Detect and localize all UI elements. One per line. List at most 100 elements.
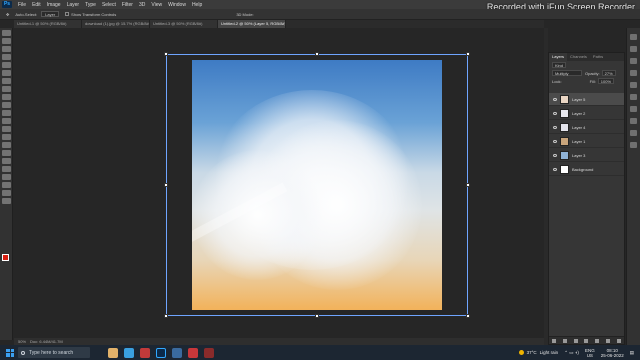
healing-brush-tool-icon[interactable] xyxy=(1,86,11,92)
transform-handle[interactable] xyxy=(164,314,168,318)
layer-mask-icon[interactable] xyxy=(573,338,578,343)
move-tool-icon[interactable] xyxy=(1,30,11,36)
properties-panel-icon[interactable] xyxy=(630,46,637,52)
rectangle-tool-icon[interactable] xyxy=(1,174,11,180)
new-group-icon[interactable] xyxy=(595,338,600,343)
visibility-eye-icon[interactable] xyxy=(553,167,557,171)
zoom-tool-icon[interactable] xyxy=(1,190,11,196)
transform-bounding-box[interactable] xyxy=(164,52,470,318)
eyedropper-tool-icon[interactable] xyxy=(1,78,11,84)
menu-image[interactable]: Image xyxy=(44,2,64,8)
tray-icons[interactable]: ⌃ ▭ ◖) xyxy=(564,350,579,356)
type-tool-icon[interactable] xyxy=(1,158,11,164)
opacity-field[interactable]: 27% xyxy=(601,70,616,76)
transform-handle[interactable] xyxy=(466,314,470,318)
visibility-eye-icon[interactable] xyxy=(553,153,557,157)
transform-handle[interactable] xyxy=(164,52,168,56)
gradient-tool-icon[interactable] xyxy=(1,126,11,132)
history-panel-icon[interactable] xyxy=(630,34,637,40)
menu-file[interactable]: File xyxy=(15,2,29,8)
frame-tool-icon[interactable] xyxy=(1,70,11,76)
menu-view[interactable]: View xyxy=(148,2,165,8)
visibility-eye-icon[interactable] xyxy=(553,125,557,129)
foreground-color-swatch[interactable] xyxy=(2,254,9,261)
tab-untitled-1[interactable]: Untitled-1 @ 50% (RGB/8#) xyxy=(14,20,82,28)
layer-row[interactable]: Layer 2 xyxy=(549,107,624,120)
fill-field[interactable]: 100% xyxy=(597,78,615,84)
tab-download[interactable]: download (1).jpg @ 15.7% (RGB/8#) xyxy=(82,20,150,28)
tab-untitled-3[interactable]: Untitled-3 @ 50% (RGB/8#) xyxy=(150,20,218,28)
new-layer-icon[interactable] xyxy=(605,338,610,343)
more-tools-icon[interactable] xyxy=(1,198,11,204)
recorder-icon[interactable] xyxy=(188,347,198,358)
blur-tool-icon[interactable] xyxy=(1,134,11,140)
blend-mode-dropdown[interactable]: Multiply xyxy=(552,70,582,76)
lasso-tool-icon[interactable] xyxy=(1,46,11,52)
clone-stamp-tool-icon[interactable] xyxy=(1,102,11,108)
layer-row[interactable]: Layer 3 xyxy=(549,149,624,162)
app-icon[interactable] xyxy=(172,347,182,358)
paragraph-panel-icon[interactable] xyxy=(630,130,637,136)
layer-row[interactable]: Layer 5 xyxy=(549,93,624,106)
menu-3d[interactable]: 3D xyxy=(136,2,148,8)
layer-row[interactable]: Layer 4 xyxy=(549,121,624,134)
menu-help[interactable]: Help xyxy=(189,2,205,8)
app-icon[interactable] xyxy=(204,347,214,358)
menu-window[interactable]: Window xyxy=(165,2,189,8)
kind-filter-dropdown[interactable]: Kind xyxy=(552,62,567,68)
windows-start-icon[interactable] xyxy=(6,348,14,357)
libraries-panel-icon[interactable] xyxy=(630,94,637,100)
brush-panel-icon[interactable] xyxy=(630,106,637,112)
clock[interactable]: 08:10 25-06-2022 xyxy=(601,348,624,358)
notifications-icon[interactable]: ▤ xyxy=(630,350,634,356)
visibility-eye-icon[interactable] xyxy=(553,111,557,115)
menu-type[interactable]: Type xyxy=(82,2,99,8)
adjustment-layer-icon[interactable] xyxy=(584,338,589,343)
auto-select-dropdown[interactable]: Layer xyxy=(41,11,60,17)
character-panel-icon[interactable] xyxy=(630,118,637,124)
hand-tool-icon[interactable] xyxy=(1,182,11,188)
transform-handle[interactable] xyxy=(466,52,470,56)
link-layers-icon[interactable] xyxy=(552,338,557,343)
zoom-level[interactable]: 50% xyxy=(18,338,26,345)
menu-edit[interactable]: Edit xyxy=(29,2,44,8)
tab-channels[interactable]: Channels xyxy=(567,53,590,61)
visibility-eye-icon[interactable] xyxy=(553,97,557,101)
tab-layers[interactable]: Layers xyxy=(549,53,568,61)
crop-tool-icon[interactable] xyxy=(1,62,11,68)
path-select-tool-icon[interactable] xyxy=(1,166,11,172)
layer-row[interactable]: Background xyxy=(549,163,624,176)
dodge-tool-icon[interactable] xyxy=(1,142,11,148)
language-indicator[interactable]: ENG US xyxy=(585,348,595,358)
adjustments-panel-icon[interactable] xyxy=(630,82,637,88)
marquee-tool-icon[interactable] xyxy=(1,38,11,44)
chrome-icon[interactable] xyxy=(140,347,150,358)
quick-select-tool-icon[interactable] xyxy=(1,54,11,60)
menu-filter[interactable]: Filter xyxy=(119,2,136,8)
transform-handle[interactable] xyxy=(315,314,319,318)
layer-style-icon[interactable] xyxy=(563,338,568,343)
transform-handle[interactable] xyxy=(466,183,470,187)
transform-handle[interactable] xyxy=(315,52,319,56)
file-explorer-icon[interactable] xyxy=(108,347,118,358)
layer-row[interactable]: Layer 1 xyxy=(549,135,624,148)
eraser-tool-icon[interactable] xyxy=(1,118,11,124)
tab-untitled-2[interactable]: Untitled-2 @ 50% (Layer 5, RGB/8#) xyxy=(218,20,286,28)
transform-handle[interactable] xyxy=(164,183,168,187)
pen-tool-icon[interactable] xyxy=(1,150,11,156)
menu-select[interactable]: Select xyxy=(99,2,119,8)
photoshop-taskbar-icon[interactable] xyxy=(156,347,166,358)
tab-paths[interactable]: Paths xyxy=(590,53,606,61)
weather-desc[interactable]: Light rain xyxy=(540,350,559,355)
history-brush-tool-icon[interactable] xyxy=(1,110,11,116)
move-tool-icon[interactable]: ✥ xyxy=(6,12,9,17)
delete-layer-icon[interactable] xyxy=(616,338,621,343)
visibility-eye-icon[interactable] xyxy=(553,139,557,143)
menu-layer[interactable]: Layer xyxy=(64,2,83,8)
brush-tool-icon[interactable] xyxy=(1,94,11,100)
edge-icon[interactable] xyxy=(124,347,134,358)
weather-icon[interactable] xyxy=(518,350,524,355)
color-panel-icon[interactable] xyxy=(630,58,637,64)
taskbar-search[interactable]: Type here to search xyxy=(18,347,90,358)
show-transform-checkbox[interactable] xyxy=(65,12,70,16)
